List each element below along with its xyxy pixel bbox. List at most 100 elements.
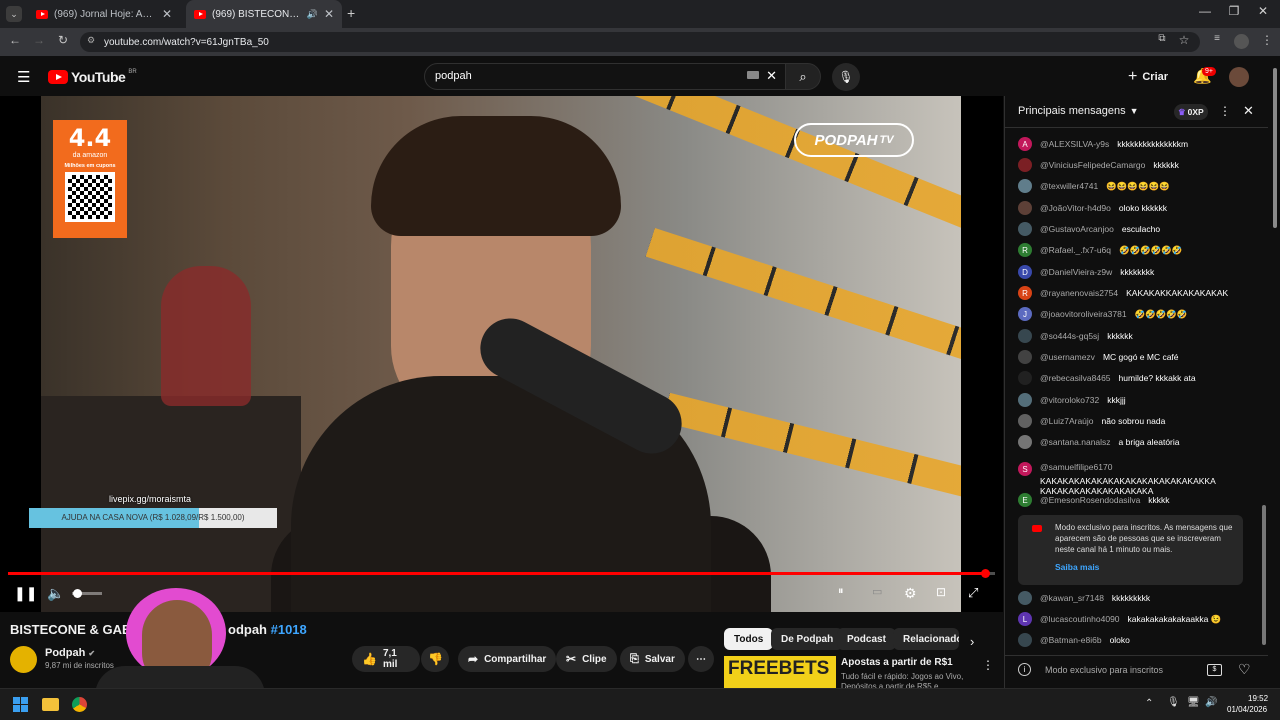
chat-message[interactable]: S @samuelfilipe6170 KAKAKAKAKAKAKAKAKAKAKA…: [1018, 462, 1280, 496]
minimize-icon[interactable]: —: [1190, 4, 1220, 18]
chat-author[interactable]: @joaovitoroliveira3781: [1040, 309, 1127, 319]
chat-message[interactable]: R @Rafael._.fx7-u6q 🤣🤣🤣🤣🤣🤣: [1018, 241, 1183, 259]
browser-tab-2[interactable]: (969) BISTECONE & GABRIEL 🔊 ✕: [186, 0, 342, 28]
chat-message[interactable]: @vitoroloko732 kkkjjj: [1018, 391, 1126, 409]
ad-title[interactable]: Apostas a partir de R$1: [841, 657, 953, 668]
chat-avatar[interactable]: [1018, 329, 1032, 343]
create-button[interactable]: + Criar: [1128, 66, 1168, 88]
install-app-icon[interactable]: ⧉: [1153, 33, 1171, 44]
chat-author[interactable]: @rebecasilva8465: [1040, 373, 1111, 383]
clip-button[interactable]: ✂ Clipe: [556, 646, 617, 672]
chat-avatar[interactable]: [1018, 201, 1032, 215]
theater-mode-icon[interactable]: ⊡: [936, 585, 946, 599]
chat-message[interactable]: J @joaovitoroliveira3781 🤣🤣🤣🤣🤣: [1018, 305, 1188, 323]
ad-menu-icon[interactable]: ⋮: [982, 658, 994, 672]
like-button[interactable]: 👍 7,1 mil: [352, 646, 420, 672]
back-icon[interactable]: ←: [6, 33, 24, 47]
chat-avatar[interactable]: [1018, 591, 1032, 605]
chat-avatar[interactable]: [1018, 371, 1032, 385]
chat-message[interactable]: D @DanielVieira-z9w kkkkkkkk: [1018, 263, 1154, 281]
chat-message[interactable]: @Luiz7Araújo não sobrou nada: [1018, 412, 1165, 430]
chat-author[interactable]: @GustavoArcanjoo: [1040, 224, 1114, 234]
chrome-taskbar-icon[interactable]: [72, 697, 87, 712]
video-frame[interactable]: [41, 96, 961, 612]
chip-all[interactable]: Todos: [724, 628, 774, 650]
chat-mode-dropdown[interactable]: Principais mensagens ▼: [1018, 105, 1139, 117]
chat-avatar[interactable]: L: [1018, 612, 1032, 626]
chat-avatar[interactable]: [1018, 414, 1032, 428]
chat-avatar[interactable]: [1018, 435, 1032, 449]
voice-search-button[interactable]: 🎙: [832, 63, 860, 91]
super-chat-icon[interactable]: $: [1207, 664, 1222, 676]
clock-time[interactable]: 19:52: [1248, 694, 1268, 703]
chat-avatar[interactable]: R: [1018, 286, 1032, 300]
dislike-button[interactable]: 👎: [421, 646, 449, 672]
reading-list-icon[interactable]: ≡: [1208, 33, 1226, 44]
chat-author[interactable]: @so444s-gq5sj: [1040, 331, 1099, 341]
chat-avatar[interactable]: S: [1018, 462, 1032, 476]
autoplay-toggle-icon[interactable]: ⏸: [838, 585, 844, 598]
settings-gear-icon[interactable]: ⚙: [904, 585, 917, 602]
new-tab-button[interactable]: +: [347, 5, 355, 21]
close-chat-icon[interactable]: ✕: [1243, 103, 1254, 119]
ad-thumbnail[interactable]: FREEBETS: [724, 656, 836, 688]
page-scrollbar-thumb[interactable]: [1273, 68, 1277, 228]
chat-avatar[interactable]: [1018, 393, 1032, 407]
chat-author[interactable]: @rayanenovais2754: [1040, 288, 1118, 298]
close-tab-icon[interactable]: ✕: [324, 7, 334, 21]
chat-avatar[interactable]: [1018, 179, 1032, 193]
chat-author[interactable]: @JoãoVitor-h4d9o: [1040, 203, 1111, 213]
youtube-logo[interactable]: YouTube BR: [48, 69, 137, 85]
chat-message[interactable]: @usernamezv MC gogó e MC café: [1018, 348, 1179, 366]
windows-start-icon[interactable]: [13, 697, 28, 712]
chat-message[interactable]: @Batman-e8i6b oloko: [1018, 631, 1130, 649]
chat-message[interactable]: @GustavoArcanjoo esculacho: [1018, 220, 1160, 238]
promo-badge[interactable]: 4.4 da amazon Milhões em cupons: [53, 120, 127, 238]
more-actions-button[interactable]: ⋯: [688, 646, 714, 672]
chat-author[interactable]: @ViniciusFelipedeCamargo: [1040, 160, 1145, 170]
account-avatar[interactable]: [1229, 67, 1249, 87]
chat-message[interactable]: @JoãoVitor-h4d9o oloko kkkkkk: [1018, 199, 1167, 217]
chat-message[interactable]: R @rayanenovais2754 KAKAKAKKAKAKAKAKAK: [1018, 284, 1228, 302]
chat-author[interactable]: @texwiller4741: [1040, 181, 1098, 191]
chat-author[interactable]: @Batman-e8i6b: [1040, 635, 1102, 645]
chat-message[interactable]: @texwiller4741 😆😆😆😆😆😆: [1018, 177, 1170, 195]
chat-avatar[interactable]: E: [1018, 493, 1032, 507]
chat-avatar[interactable]: A: [1018, 137, 1032, 151]
volume-icon[interactable]: 🔈: [47, 585, 64, 602]
chat-author[interactable]: @EmesonRosendodasilva: [1040, 495, 1140, 505]
xp-badge[interactable]: ♛ 0XP: [1174, 104, 1208, 120]
tab-list-chevron-icon[interactable]: ⌄: [6, 6, 22, 22]
chip-related[interactable]: Relacionados: [893, 628, 959, 650]
chip-from-channel[interactable]: De Podpah: [771, 628, 844, 650]
keyboard-icon[interactable]: [747, 71, 759, 79]
chat-avatar[interactable]: R: [1018, 243, 1032, 257]
chat-message[interactable]: @kawan_sr7148 kkkkkkkkk: [1018, 589, 1150, 607]
chat-avatar[interactable]: [1018, 222, 1032, 236]
chat-author[interactable]: @DanielVieira-z9w: [1040, 267, 1112, 277]
tray-network-icon[interactable]: 🖥: [1187, 697, 1200, 708]
info-icon[interactable]: i: [1018, 663, 1031, 676]
speaker-icon[interactable]: 🔊: [307, 9, 318, 20]
hamburger-menu-icon[interactable]: ☰: [17, 68, 30, 86]
chat-author[interactable]: @lucascoutinho4090: [1040, 614, 1120, 624]
subtitles-icon[interactable]: ▭: [872, 585, 882, 598]
reload-icon[interactable]: ↻: [54, 33, 72, 47]
share-button[interactable]: ➦ Compartilhar: [458, 646, 557, 672]
chat-author[interactable]: @Luiz7Araújo: [1040, 416, 1094, 426]
chevron-right-icon[interactable]: ›: [970, 634, 974, 649]
tray-mic-icon[interactable]: 🎙: [1167, 697, 1180, 708]
channel-avatar[interactable]: [10, 646, 37, 673]
chat-author[interactable]: @santana.nanalsz: [1040, 437, 1111, 447]
site-info-icon[interactable]: ⚙: [87, 35, 95, 46]
search-input[interactable]: podpah ✕: [424, 63, 786, 90]
file-explorer-icon[interactable]: [42, 698, 59, 711]
heart-icon[interactable]: ♡: [1238, 661, 1251, 678]
browser-tab-1[interactable]: (969) Jornal Hoje: Após 50 anos ✕: [28, 0, 180, 28]
address-bar[interactable]: ⚙ youtube.com/watch?v=61JgnTBa_50: [80, 32, 1200, 52]
chat-avatar[interactable]: [1018, 350, 1032, 364]
chat-author[interactable]: @Rafael._.fx7-u6q: [1040, 245, 1111, 255]
forward-icon[interactable]: →: [30, 33, 48, 47]
tray-chevron-icon[interactable]: ⌃: [1145, 698, 1153, 709]
chat-author[interactable]: @samuelfilipe6170: [1040, 462, 1210, 472]
